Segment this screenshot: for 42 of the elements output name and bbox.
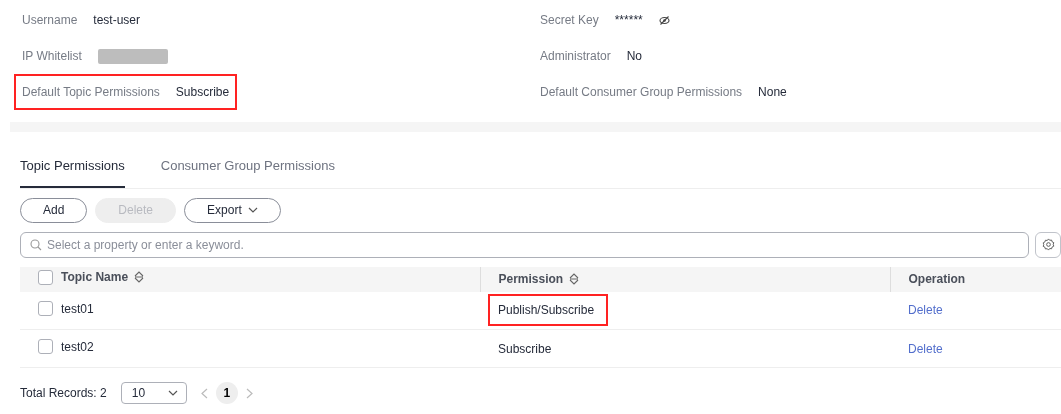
- column-header[interactable]: Topic Name: [61, 268, 129, 287]
- field-label: Secret Key: [540, 12, 599, 29]
- row-checkbox[interactable]: [38, 301, 53, 316]
- table-cell-text: test01: [61, 300, 94, 318]
- redacted-value: [97, 48, 168, 64]
- total-records: Total Records: 2: [20, 385, 107, 402]
- field-label: Administrator: [540, 48, 611, 65]
- column-header[interactable]: Permission: [498, 270, 564, 288]
- toolbar-button[interactable]: Add: [20, 197, 88, 223]
- field-label: IP Whitelist: [22, 48, 82, 65]
- field-value: No: [626, 48, 643, 65]
- tab[interactable]: Consumer Group Permissions: [160, 156, 335, 188]
- row-checkbox[interactable]: [38, 339, 53, 355]
- delete-link[interactable]: Delete: [908, 341, 943, 356]
- field-value: None: [758, 84, 787, 101]
- search-field[interactable]: Select a property or enter a keyword.: [20, 231, 1029, 258]
- chevron-down-icon: [247, 207, 258, 213]
- table-cell-text: test02: [61, 338, 94, 356]
- field-value: test-user: [93, 12, 141, 29]
- settings-button[interactable]: [1035, 231, 1061, 258]
- sort-icon[interactable]: [134, 271, 145, 284]
- next-page-icon[interactable]: [245, 387, 253, 399]
- field-label: Username: [22, 12, 78, 29]
- export-dropdown[interactable]: Export: [184, 197, 281, 223]
- sort-icon[interactable]: [569, 273, 580, 285]
- previous-page-icon[interactable]: [200, 387, 208, 399]
- tab[interactable]: Topic Permissions: [20, 156, 125, 188]
- select-all-checkbox[interactable]: [38, 269, 53, 285]
- column-header: Operation: [908, 271, 966, 288]
- field-label: Default Topic Permissions: [22, 84, 160, 101]
- delete-link[interactable]: Delete: [908, 303, 943, 318]
- table-cell: Publish/Subscribe: [488, 294, 609, 327]
- field-label: Default Consumer Group Permissions: [540, 84, 743, 101]
- secret-value: ******: [614, 12, 643, 29]
- chevron-down-icon: [167, 390, 178, 396]
- page-size-select[interactable]: 10: [120, 382, 187, 404]
- page-button[interactable]: 1: [215, 382, 238, 404]
- field-value: Subscribe: [175, 84, 230, 101]
- settings-icon: [1041, 238, 1055, 251]
- eye-hidden-icon[interactable]: [658, 15, 670, 25]
- table-cell: Subscribe: [498, 341, 552, 356]
- search-icon: [30, 238, 42, 251]
